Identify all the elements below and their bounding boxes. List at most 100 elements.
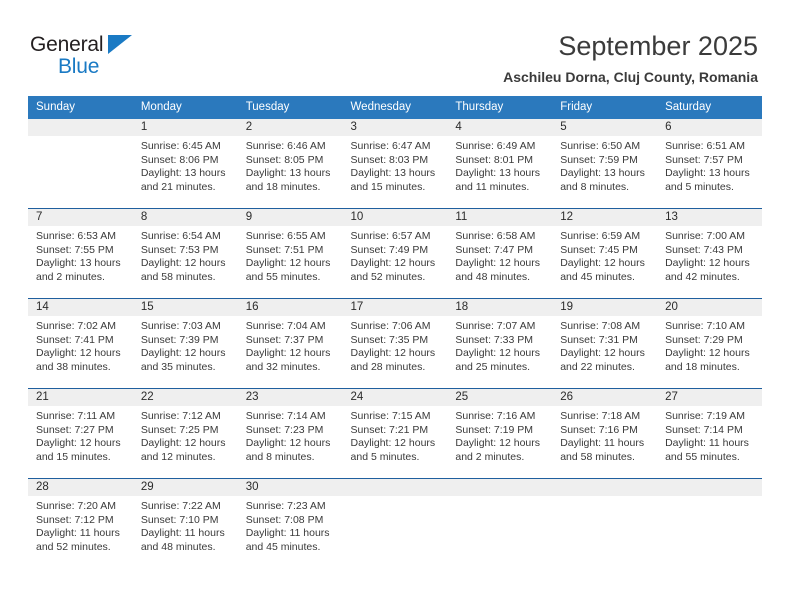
calendar-day-cell[interactable]: 9 Sunrise: 6:55 AM Sunset: 7:51 PM Daylight…	[237, 208, 343, 299]
daylight-text-line2: and 55 minutes.	[665, 450, 740, 463]
general-blue-logo: General Blue	[30, 28, 140, 77]
day-number: 18	[447, 299, 553, 316]
daylight-text-line1: Daylight: 13 hours	[36, 257, 121, 270]
calendar-day-cell[interactable]: 20 Sunrise: 7:10 AM Sunset: 7:29 PM Dayligh…	[657, 298, 762, 389]
daylight-text-line2: and 21 minutes.	[140, 180, 216, 193]
day-number: 20	[657, 299, 762, 316]
calendar-day-cell[interactable]	[447, 478, 553, 568]
sunset-text: Sunset: 7:39 PM	[140, 333, 219, 346]
calendar-day-cell[interactable]: 15 Sunrise: 7:03 AM Sunset: 7:39 PM Dayligh…	[132, 298, 238, 389]
calendar-day-cell[interactable]: 25 Sunrise: 7:16 AM Sunset: 7:19 PM Dayligh…	[447, 388, 553, 479]
calendar-day-cell[interactable]: 29 Sunrise: 7:22 AM Sunset: 7:10 PM Dayligh…	[132, 478, 238, 568]
calendar-day-cell[interactable]: 3 Sunrise: 6:47 AM Sunset: 8:03 PM Daylight…	[342, 119, 448, 209]
calendar-day-cell[interactable]: 1 Sunrise: 6:45 AM Sunset: 8:06 PM Daylight…	[132, 119, 238, 209]
sunset-text: Sunset: 7:57 PM	[665, 153, 743, 166]
calendar-day-cell[interactable]	[552, 478, 658, 568]
day-number: 21	[28, 389, 133, 406]
sunrise-text: Sunrise: 7:14 AM	[245, 410, 326, 422]
calendar-day-cell[interactable]: 12 Sunrise: 6:59 AM Sunset: 7:45 PM Dayligh…	[552, 208, 658, 299]
day-details: Sunrise: 7:20 AM Sunset: 7:12 PM Daylight:…	[28, 496, 133, 554]
calendar-day-cell[interactable]: 19 Sunrise: 7:08 AM Sunset: 7:31 PM Dayligh…	[552, 298, 658, 389]
calendar-day-cell[interactable]	[657, 478, 762, 568]
weekday-header-thursday: Thursday	[447, 96, 553, 119]
day-number: 19	[552, 299, 658, 316]
calendar-day-cell[interactable]: 27 Sunrise: 7:19 AM Sunset: 7:14 PM Dayligh…	[657, 388, 762, 479]
page-title: September 2025	[558, 31, 758, 61]
day-number: 16	[237, 299, 343, 316]
day-details: Sunrise: 6:54 AM Sunset: 7:53 PM Daylight:…	[133, 226, 238, 284]
calendar-header-row: Sunday Monday Tuesday Wednesday Thursday…	[28, 96, 762, 119]
sunrise-text: Sunrise: 7:10 AM	[665, 320, 746, 332]
sunrise-text: Sunrise: 7:22 AM	[140, 500, 221, 512]
calendar-day-cell[interactable]: 4 Sunrise: 6:49 AM Sunset: 8:01 PM Daylight…	[447, 119, 553, 209]
calendar-week-row: 21 Sunrise: 7:11 AM Sunset: 7:27 PM Dayligh…	[28, 388, 762, 479]
sunrise-text: Sunrise: 7:18 AM	[560, 410, 641, 422]
calendar-day-cell[interactable]: 10 Sunrise: 6:57 AM Sunset: 7:49 PM Dayligh…	[342, 208, 448, 299]
calendar-day-cell[interactable]: 28 Sunrise: 7:20 AM Sunset: 7:12 PM Dayligh…	[28, 478, 133, 568]
day-number: 28	[28, 479, 133, 496]
sunset-text: Sunset: 7:51 PM	[245, 243, 324, 256]
daylight-text-line1: Daylight: 12 hours	[245, 347, 331, 360]
sunrise-text: Sunrise: 6:45 AM	[140, 140, 221, 152]
daylight-text-line1: Daylight: 12 hours	[455, 347, 541, 360]
daylight-text-line2: and 5 minutes.	[665, 180, 734, 193]
calendar-day-cell[interactable]: 24 Sunrise: 7:15 AM Sunset: 7:21 PM Dayligh…	[342, 388, 448, 479]
day-details: Sunrise: 7:23 AM Sunset: 7:08 PM Daylight:…	[238, 496, 343, 554]
sunset-text: Sunset: 7:25 PM	[140, 423, 219, 436]
sunset-text: Sunset: 7:12 PM	[36, 513, 114, 526]
sunrise-text: Sunrise: 6:53 AM	[36, 230, 116, 242]
sunrise-text: Sunrise: 7:23 AM	[245, 500, 326, 512]
calendar-day-cell[interactable]: 22 Sunrise: 7:12 AM Sunset: 7:25 PM Dayligh…	[132, 388, 238, 479]
sunset-text: Sunset: 7:21 PM	[350, 423, 429, 436]
daylight-text-line1: Daylight: 11 hours	[140, 527, 225, 540]
day-details: Sunrise: 7:10 AM Sunset: 7:29 PM Daylight:…	[657, 316, 762, 374]
daylight-text-line2: and 11 minutes.	[455, 180, 530, 193]
calendar-week-row: 14 Sunrise: 7:02 AM Sunset: 7:41 PM Dayligh…	[28, 298, 762, 389]
calendar-day-cell[interactable]: 7 Sunrise: 6:53 AM Sunset: 7:55 PM Daylight…	[28, 208, 133, 299]
calendar-week-row: 7 Sunrise: 6:53 AM Sunset: 7:55 PM Daylight…	[28, 208, 762, 299]
sunset-text: Sunset: 7:41 PM	[36, 333, 114, 346]
day-details: Sunrise: 7:14 AM Sunset: 7:23 PM Daylight:…	[238, 406, 343, 464]
calendar-day-cell[interactable]	[28, 119, 133, 209]
calendar-day-cell[interactable]: 11 Sunrise: 6:58 AM Sunset: 7:47 PM Dayligh…	[447, 208, 553, 299]
daylight-text-line1: Daylight: 12 hours	[140, 437, 226, 450]
calendar-day-cell[interactable]: 16 Sunrise: 7:04 AM Sunset: 7:37 PM Dayligh…	[237, 298, 343, 389]
sunset-text: Sunset: 7:47 PM	[455, 243, 534, 256]
calendar-day-cell[interactable]: 23 Sunrise: 7:14 AM Sunset: 7:23 PM Dayligh…	[237, 388, 343, 479]
sunrise-text: Sunrise: 6:58 AM	[455, 230, 536, 242]
calendar-day-cell[interactable]: 6 Sunrise: 6:51 AM Sunset: 7:57 PM Daylight…	[657, 119, 762, 209]
daylight-text-line2: and 8 minutes.	[245, 450, 315, 463]
daylight-text-line2: and 22 minutes.	[560, 360, 635, 373]
day-number: 11	[447, 209, 553, 226]
day-details: Sunrise: 7:16 AM Sunset: 7:19 PM Daylight:…	[447, 406, 552, 464]
calendar-day-cell[interactable]: 21 Sunrise: 7:11 AM Sunset: 7:27 PM Dayligh…	[28, 388, 133, 479]
calendar-day-cell[interactable]: 2 Sunrise: 6:46 AM Sunset: 8:05 PM Daylight…	[237, 119, 343, 209]
calendar-day-cell[interactable]: 5 Sunrise: 6:50 AM Sunset: 7:59 PM Daylight…	[552, 119, 658, 209]
sunrise-text: Sunrise: 7:11 AM	[36, 410, 116, 422]
daylight-text-line2: and 48 minutes.	[455, 270, 531, 283]
day-number	[552, 479, 658, 496]
calendar-table: Sunday Monday Tuesday Wednesday Thursday…	[28, 96, 762, 568]
day-details: Sunrise: 7:00 AM Sunset: 7:43 PM Daylight:…	[657, 226, 762, 284]
day-number: 29	[132, 479, 238, 496]
calendar-day-cell[interactable]: 14 Sunrise: 7:02 AM Sunset: 7:41 PM Dayligh…	[28, 298, 133, 389]
calendar-day-cell[interactable]: 17 Sunrise: 7:06 AM Sunset: 7:35 PM Dayligh…	[342, 298, 448, 389]
daylight-text-line2: and 52 minutes.	[36, 540, 111, 553]
daylight-text-line2: and 45 minutes.	[245, 540, 321, 553]
sunset-text: Sunset: 7:59 PM	[560, 153, 638, 166]
calendar-day-cell[interactable]: 8 Sunrise: 6:54 AM Sunset: 7:53 PM Daylight…	[132, 208, 238, 299]
calendar-week-row: 1 Sunrise: 6:45 AM Sunset: 8:06 PM Daylight…	[28, 119, 762, 209]
calendar-day-cell[interactable]: 30 Sunrise: 7:23 AM Sunset: 7:08 PM Dayligh…	[237, 478, 343, 568]
calendar-day-cell[interactable]	[342, 478, 448, 568]
day-number: 10	[342, 209, 448, 226]
calendar-day-cell[interactable]: 18 Sunrise: 7:07 AM Sunset: 7:33 PM Dayligh…	[447, 298, 553, 389]
daylight-text-line2: and 28 minutes.	[350, 360, 426, 373]
daylight-text-line1: Daylight: 12 hours	[665, 347, 750, 360]
calendar-day-cell[interactable]: 13 Sunrise: 7:00 AM Sunset: 7:43 PM Dayligh…	[657, 208, 762, 299]
daylight-text-line2: and 15 minutes.	[350, 180, 426, 193]
daylight-text-line2: and 32 minutes.	[245, 360, 321, 373]
day-number: 17	[342, 299, 448, 316]
weekday-header-friday: Friday	[552, 96, 658, 119]
calendar-day-cell[interactable]: 26 Sunrise: 7:18 AM Sunset: 7:16 PM Dayligh…	[552, 388, 658, 479]
sunrise-text: Sunrise: 6:54 AM	[140, 230, 221, 242]
